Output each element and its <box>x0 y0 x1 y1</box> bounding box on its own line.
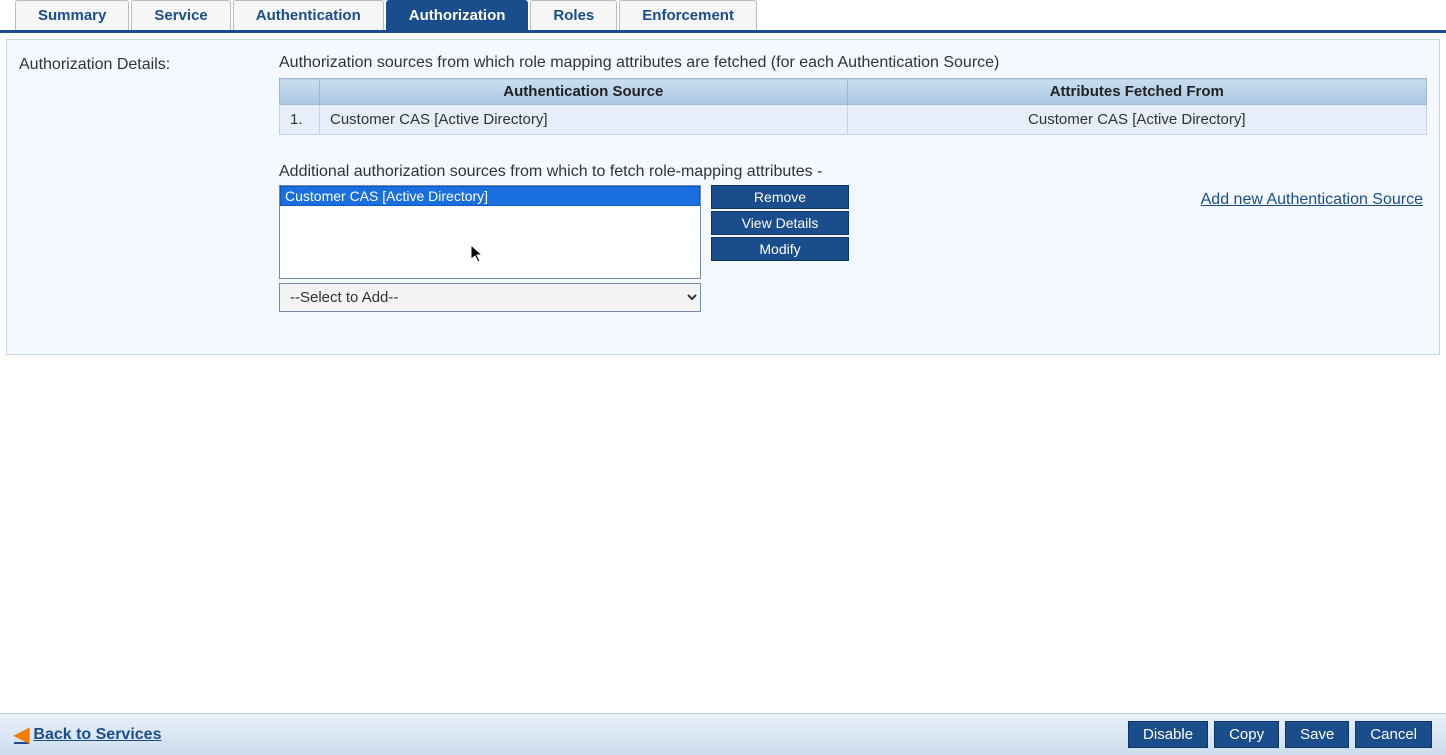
disable-button[interactable]: Disable <box>1128 721 1208 748</box>
authorization-panel: Authorization Details: Authorization sou… <box>6 39 1440 355</box>
copy-button[interactable]: Copy <box>1214 721 1279 748</box>
back-link-label: Back to Services <box>33 726 161 744</box>
tab-authentication[interactable]: Authentication <box>233 0 384 30</box>
tabs-bar: Summary Service Authentication Authoriza… <box>0 0 1446 33</box>
row-attr-from: Customer CAS [Active Directory] <box>847 105 1426 135</box>
tab-authorization[interactable]: Authorization <box>386 0 529 30</box>
select-to-add-dropdown[interactable]: --Select to Add-- <box>279 283 701 312</box>
view-details-button[interactable]: View Details <box>711 211 849 235</box>
row-auth-source: Customer CAS [Active Directory] <box>320 105 848 135</box>
remove-button[interactable]: Remove <box>711 185 849 209</box>
save-button[interactable]: Save <box>1285 721 1349 748</box>
intro-text: Authorization sources from which role ma… <box>279 54 1427 72</box>
modify-button[interactable]: Modify <box>711 237 849 261</box>
row-num: 1. <box>280 105 320 135</box>
tab-summary[interactable]: Summary <box>15 0 129 30</box>
back-to-services-link[interactable]: ◀ Back to Services <box>14 722 161 747</box>
panel-side-label: Authorization Details: <box>19 54 279 312</box>
tab-service[interactable]: Service <box>131 0 230 30</box>
additional-sources-label: Additional authorization sources from wh… <box>279 163 1427 181</box>
additional-sources-listbox[interactable]: Customer CAS [Active Directory] <box>279 185 701 279</box>
col-header-auth-source: Authentication Source <box>320 79 848 105</box>
auth-source-table: Authentication Source Attributes Fetched… <box>279 78 1427 135</box>
list-item[interactable]: Customer CAS [Active Directory] <box>280 186 700 206</box>
tab-enforcement[interactable]: Enforcement <box>619 0 757 30</box>
col-header-attr-from: Attributes Fetched From <box>847 79 1426 105</box>
cancel-button[interactable]: Cancel <box>1355 721 1432 748</box>
tab-roles[interactable]: Roles <box>530 0 617 30</box>
back-arrow-icon: ◀ <box>14 722 29 747</box>
add-new-auth-source-link[interactable]: Add new Authentication Source <box>1201 191 1423 208</box>
table-row[interactable]: 1. Customer CAS [Active Directory] Custo… <box>280 105 1427 135</box>
col-header-num <box>280 79 320 105</box>
footer-bar: ◀ Back to Services Disable Copy Save Can… <box>0 713 1446 755</box>
